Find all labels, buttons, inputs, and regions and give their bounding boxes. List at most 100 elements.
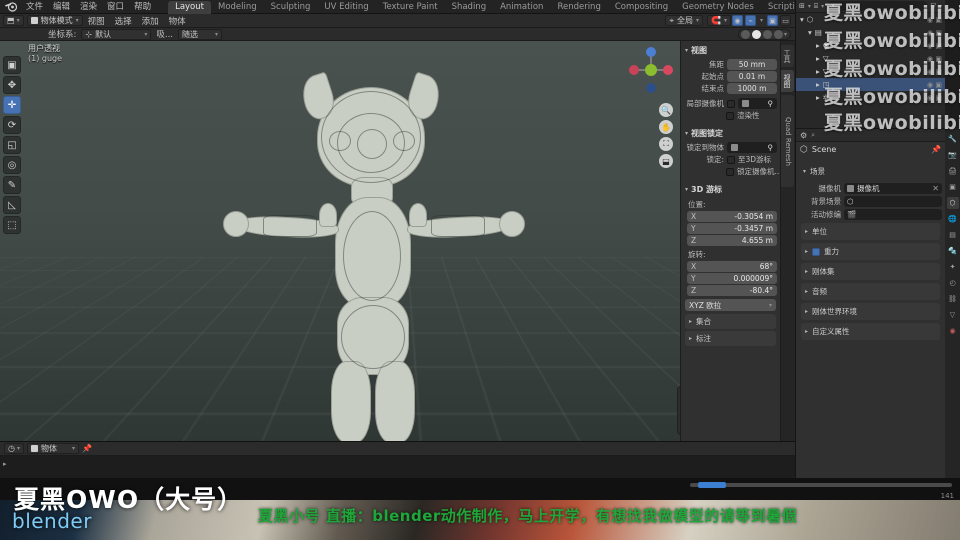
chevron-right-icon[interactable]: ▸ (816, 41, 820, 50)
clip-end-field[interactable]: 1000 m (727, 83, 777, 94)
character-model[interactable] (223, 69, 565, 441)
lock-object-row[interactable]: 锁定到物体 ⚲ (684, 142, 777, 153)
tab-sculpting[interactable]: Sculpting (264, 1, 318, 14)
clip-start-row[interactable]: 起始点 0.01 m (684, 71, 777, 82)
camera-view-icon[interactable]: ⛶ (659, 137, 673, 151)
lock-object-field[interactable]: ⚲ (727, 142, 777, 153)
viewlayer-tab-icon[interactable]: ▣ (947, 181, 959, 193)
material-shading-icon[interactable] (762, 29, 772, 39)
units-panel[interactable]: ▸ 单位 (801, 223, 940, 240)
local-camera-row[interactable]: 局部摄像机 ⚲ (684, 98, 777, 109)
outliner-row-object-2[interactable]: ▸ ▽ ◉ ▣ (796, 52, 945, 65)
cursor-rotation-y[interactable]: Y 0.000009° (687, 273, 777, 284)
active-clip-field[interactable]: 🎬 (844, 209, 942, 220)
menu-add[interactable]: 添加 (137, 15, 164, 27)
data-tab-icon[interactable]: ▽ (947, 309, 959, 321)
snap-selector[interactable]: 🧲 ▾ (707, 15, 731, 26)
menu-window[interactable]: 窗口 (102, 0, 129, 14)
gravity-panel[interactable]: ▸ 重力 (801, 243, 940, 260)
tab-compositing[interactable]: Compositing (608, 1, 675, 14)
wireframe-shading-icon[interactable] (740, 29, 750, 39)
render-only-checkbox[interactable] (726, 111, 734, 120)
background-scene-field[interactable]: ⬡ (844, 196, 942, 207)
menu-help[interactable]: 帮助 (129, 0, 156, 14)
gizmo-x-axis[interactable] (663, 65, 673, 75)
lock-section-header[interactable]: ▾ 视图锁定 (684, 126, 777, 141)
menu-edit[interactable]: 编辑 (48, 0, 75, 14)
mode-selector[interactable]: 物体模式 ▾ (26, 15, 83, 26)
menu-view[interactable]: 视图 (83, 15, 110, 27)
custom-properties-panel[interactable]: ▸ 自定义属性 (801, 323, 940, 340)
outliner-row-collection[interactable]: ▾ ▤ ◉ ▣ (796, 26, 945, 39)
chevron-right-icon[interactable]: ▸ (3, 460, 7, 468)
timeline-scrubber[interactable] (690, 482, 952, 488)
tab-animation[interactable]: Animation (493, 1, 550, 14)
chevron-down-icon[interactable]: ▾ (800, 15, 804, 24)
outliner-row-icons[interactable]: ◉ ▣ (927, 16, 942, 24)
menu-file[interactable]: 文件 (21, 0, 48, 14)
display-mode-icon[interactable]: ⌸ (814, 2, 818, 11)
clip-start-field[interactable]: 0.01 m (727, 71, 777, 82)
menu-object[interactable]: 物体 (164, 15, 191, 27)
tab-rendering[interactable]: Rendering (550, 1, 607, 14)
audio-panel[interactable]: ▸ 音频 (801, 283, 940, 300)
material-tab-icon[interactable]: ◉ (947, 325, 959, 337)
viewport-shading-group[interactable]: ▾ (737, 28, 791, 40)
add-cube-tool[interactable]: ⬚ (3, 216, 21, 234)
cursor-section-header[interactable]: ▾ 3D 游标 (684, 182, 777, 197)
n-tab-tool[interactable]: 工具 (781, 45, 794, 67)
clip-end-row[interactable]: 结束点 1000 m (684, 83, 777, 94)
tool-tab-icon[interactable]: 🔧 (947, 133, 959, 145)
cursor-rotation-x[interactable]: X 68° (687, 261, 777, 272)
object-tab-icon[interactable]: ▤ (947, 229, 959, 241)
gizmo-y-axis[interactable] (645, 64, 657, 76)
cursor-location-z[interactable]: Z 4.655 m (687, 235, 777, 246)
gravity-checkbox[interactable] (812, 247, 821, 256)
scale-tool[interactable]: ◱ (3, 136, 21, 154)
n-tab-quad-remesh[interactable]: Quad Remesh (781, 95, 794, 187)
annotate-tool[interactable]: ✎ (3, 176, 21, 194)
filter-icon[interactable]: ▽ (931, 2, 936, 10)
cursor-rotation-z[interactable]: Z -80.4° (687, 285, 777, 296)
solid-shading-icon[interactable] (751, 29, 761, 39)
menu-select[interactable]: 选择 (110, 15, 137, 27)
chevron-right-icon[interactable]: ▸ (816, 93, 820, 102)
scene-camera-row[interactable]: 摄像机 摄像机 ✕ (799, 183, 942, 194)
outliner[interactable]: ⊞ ▾ ⌸ ▾ ⌕ ▽ ▾ ▾ ⬡ ◉ ▣ ▾ ▤ ◉ ▣ ▸ ⚉ ◉ ▣ ▸ … (795, 0, 945, 128)
outliner-search-input[interactable]: ⌕ (827, 1, 928, 11)
tab-shading[interactable]: Shading (445, 1, 494, 14)
navigation-gizmo[interactable] (625, 45, 677, 97)
local-camera-field[interactable]: ⚲ (738, 98, 777, 109)
n-tab-view[interactable]: 视图 (781, 70, 794, 92)
focal-length-row[interactable]: 焦距 50 mm (684, 59, 777, 70)
gizmo-z-axis[interactable] (646, 47, 656, 57)
outliner-row-object-4[interactable]: ▸ ◳ ◉ ▣ (796, 78, 945, 91)
scene-tab-icon[interactable]: ⬡ (946, 197, 959, 209)
active-clip-row[interactable]: 活动修编 🎬 (799, 209, 942, 220)
clear-camera-icon[interactable]: ✕ (932, 184, 939, 193)
gizmo-neg-x-axis[interactable] (629, 65, 639, 75)
camera-field[interactable]: 摄像机 ✕ (844, 183, 942, 194)
rendered-shading-icon[interactable] (773, 29, 783, 39)
particles-tab-icon[interactable]: ✦ (947, 261, 959, 273)
move-tool[interactable]: ✛ (3, 96, 21, 114)
transform-tool[interactable]: ◎ (3, 156, 21, 174)
outliner-row-object-1[interactable]: ▸ ⚉ ◉ ▣ (796, 39, 945, 52)
gizmo-neg-z-axis[interactable] (646, 83, 656, 93)
lock-camera-row[interactable]: 锁定摄像机... (684, 166, 780, 177)
render-tab-icon[interactable]: 📷 (947, 149, 959, 161)
outliner-editor-icon[interactable]: ⊞ (799, 2, 805, 10)
chevron-down-icon[interactable]: ▾ (808, 28, 812, 37)
outliner-row-scene[interactable]: ▾ ⬡ ◉ ▣ (796, 13, 945, 26)
rigidbody-world-panel[interactable]: ▸ 刚体世界环境 (801, 303, 940, 320)
eyedropper-icon[interactable]: ⚲ (768, 143, 774, 152)
ortho-toggle-icon[interactable]: ⬓ (659, 154, 673, 168)
outliner-row-icons[interactable]: ◉ ▣ (927, 68, 942, 76)
editor-type-selector[interactable]: ⬒ ▾ (3, 15, 24, 26)
lock-cursor-checkbox[interactable] (727, 155, 735, 164)
tweak-tool[interactable]: ▣ (3, 56, 21, 74)
rotation-mode-selector[interactable]: XYZ 欧拉 ▾ (685, 299, 776, 311)
tab-uv-editing[interactable]: UV Editing (317, 1, 375, 14)
proportional-falloff-selector[interactable]: ⌁ (744, 15, 756, 26)
measure-tool[interactable]: ◺ (3, 196, 21, 214)
